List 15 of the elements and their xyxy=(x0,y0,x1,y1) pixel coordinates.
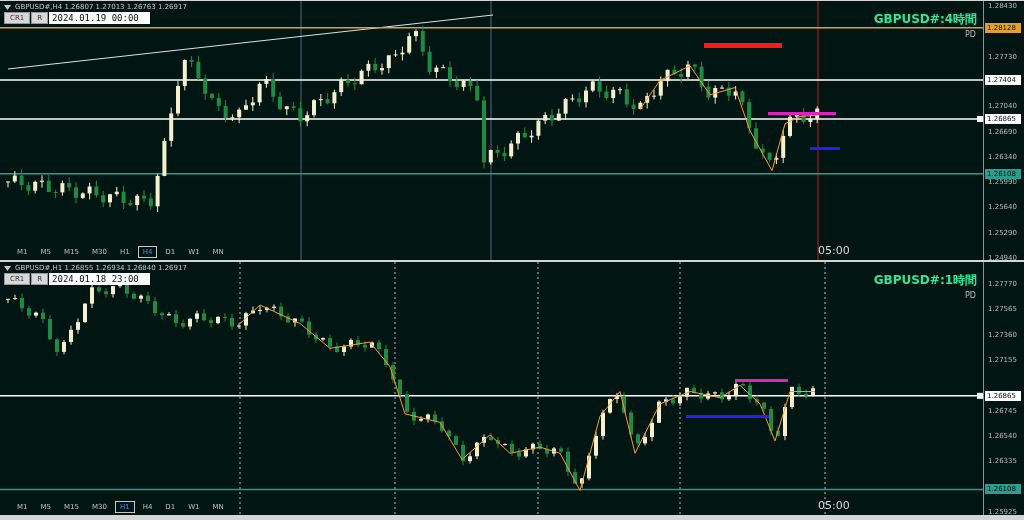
dropdown-icon[interactable] xyxy=(4,265,11,271)
price-marker xyxy=(977,116,983,122)
chart-title: GBPUSD#:4時間 xyxy=(873,13,978,26)
date-field[interactable]: 2024.01.19 00:00 xyxy=(49,12,151,24)
price-marker xyxy=(977,392,983,399)
level-segment xyxy=(735,379,788,382)
chart-subtitle: PD xyxy=(965,291,977,301)
date-field[interactable]: 2024.01.18 23:00 xyxy=(49,273,151,285)
time-label: 05:00 xyxy=(818,244,850,257)
level-segment xyxy=(768,112,836,115)
chart-subtitle: PD xyxy=(965,30,977,40)
level-segment xyxy=(810,147,840,150)
dropdown-icon[interactable] xyxy=(4,4,11,10)
chart-title: GBPUSD#:1時間 xyxy=(873,274,978,287)
time-label: 05:00 xyxy=(818,499,850,512)
